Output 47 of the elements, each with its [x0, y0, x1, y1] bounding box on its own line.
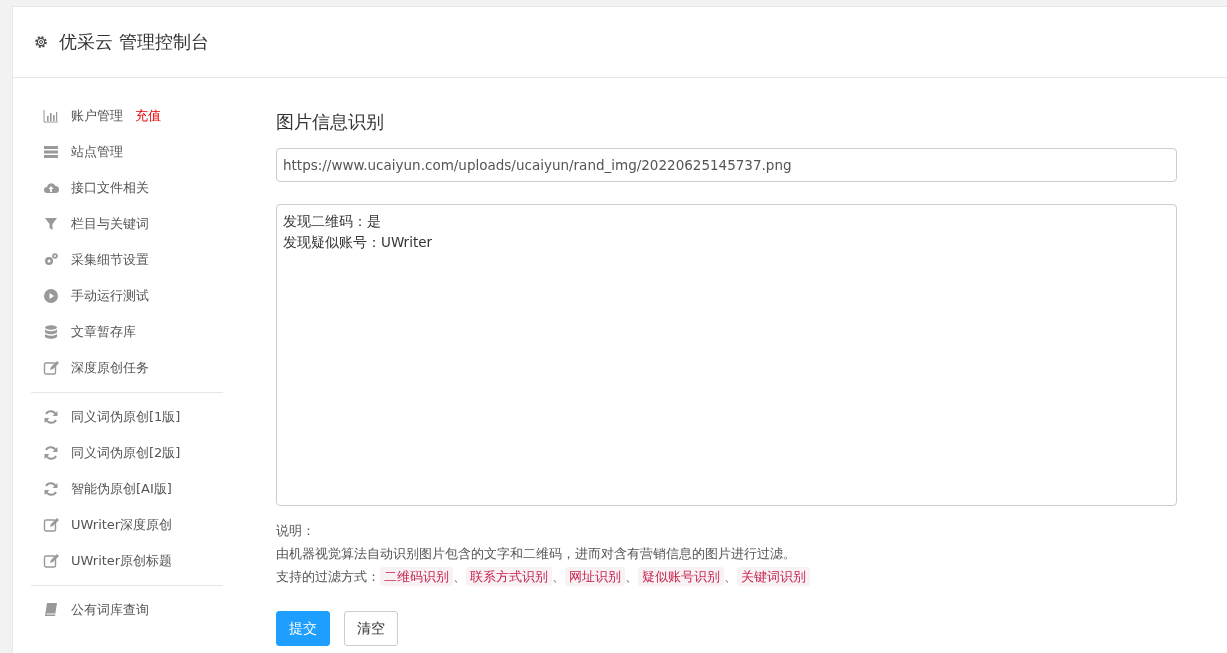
separator: 、	[552, 568, 565, 586]
notes-text: 由机器视觉算法自动识别图片包含的文字和二维码，进而对含有营销信息的图片进行过滤。	[276, 545, 797, 563]
clear-button[interactable]: 清空	[344, 611, 398, 646]
separator: 、	[724, 568, 737, 586]
sidebar-item[interactable]: 站点管理	[71, 143, 123, 161]
sidebar-item[interactable]: 公有词库查询	[71, 601, 149, 619]
settings-icon	[33, 34, 49, 50]
filter-tag: 联系方式识别	[466, 567, 552, 586]
notes-heading: 说明：	[276, 522, 316, 540]
sidebar-item[interactable]: 同义词伪原创[1版]	[71, 408, 181, 426]
refresh-icon	[43, 409, 59, 425]
refresh-icon	[43, 481, 59, 497]
filter-tag: 二维码识别	[380, 567, 453, 586]
database-icon	[43, 324, 59, 340]
play-circle-icon	[43, 288, 59, 304]
separator: 、	[453, 568, 466, 586]
sidebar-item[interactable]: 手动运行测试	[71, 287, 149, 305]
filter-tag: 网址识别	[565, 567, 625, 586]
sidebar-item[interactable]: 深度原创任务	[71, 359, 149, 377]
filter-tag: 疑似账号识别	[638, 567, 724, 586]
sidebar-item[interactable]: 同义词伪原创[2版]	[71, 444, 181, 462]
filter-icon	[43, 216, 59, 232]
sidebar-item[interactable]: 栏目与关键词	[71, 215, 149, 233]
recharge-link[interactable]: 充值	[135, 107, 161, 125]
sidebar-item[interactable]: UWriter深度原创	[71, 516, 173, 534]
filter-tag: 关键词识别	[737, 567, 810, 586]
edit-icon	[43, 360, 59, 376]
sidebar-item[interactable]: 采集细节设置	[71, 251, 149, 269]
console-title: 优采云 管理控制台	[59, 30, 209, 54]
sidebar-item[interactable]: 账户管理	[71, 107, 123, 125]
edit-icon	[43, 553, 59, 569]
sidebar-item[interactable]: 接口文件相关	[71, 179, 149, 197]
result-box[interactable]: 发现二维码：是 发现疑似账号：UWriter	[276, 204, 1177, 506]
book-icon	[43, 602, 59, 618]
sidebar-item[interactable]: UWriter原创标题	[71, 552, 173, 570]
edit-icon	[43, 517, 59, 533]
cloud-upload-icon	[43, 180, 59, 196]
gears-icon	[43, 252, 59, 268]
refresh-icon	[43, 445, 59, 461]
page-title: 图片信息识别	[276, 110, 385, 134]
server-icon	[43, 144, 59, 160]
bar-chart-icon	[43, 108, 59, 124]
url-field[interactable]: https://www.ucaiyun.com/uploads/ucaiyun/rand_img/20220625145737.png	[276, 148, 1177, 182]
filters-label: 支持的过滤方式：	[276, 568, 380, 586]
sidebar-item[interactable]: 智能伪原创[AI版]	[71, 480, 172, 498]
separator: 、	[625, 568, 638, 586]
sidebar-item[interactable]: 文章暂存库	[71, 323, 136, 341]
